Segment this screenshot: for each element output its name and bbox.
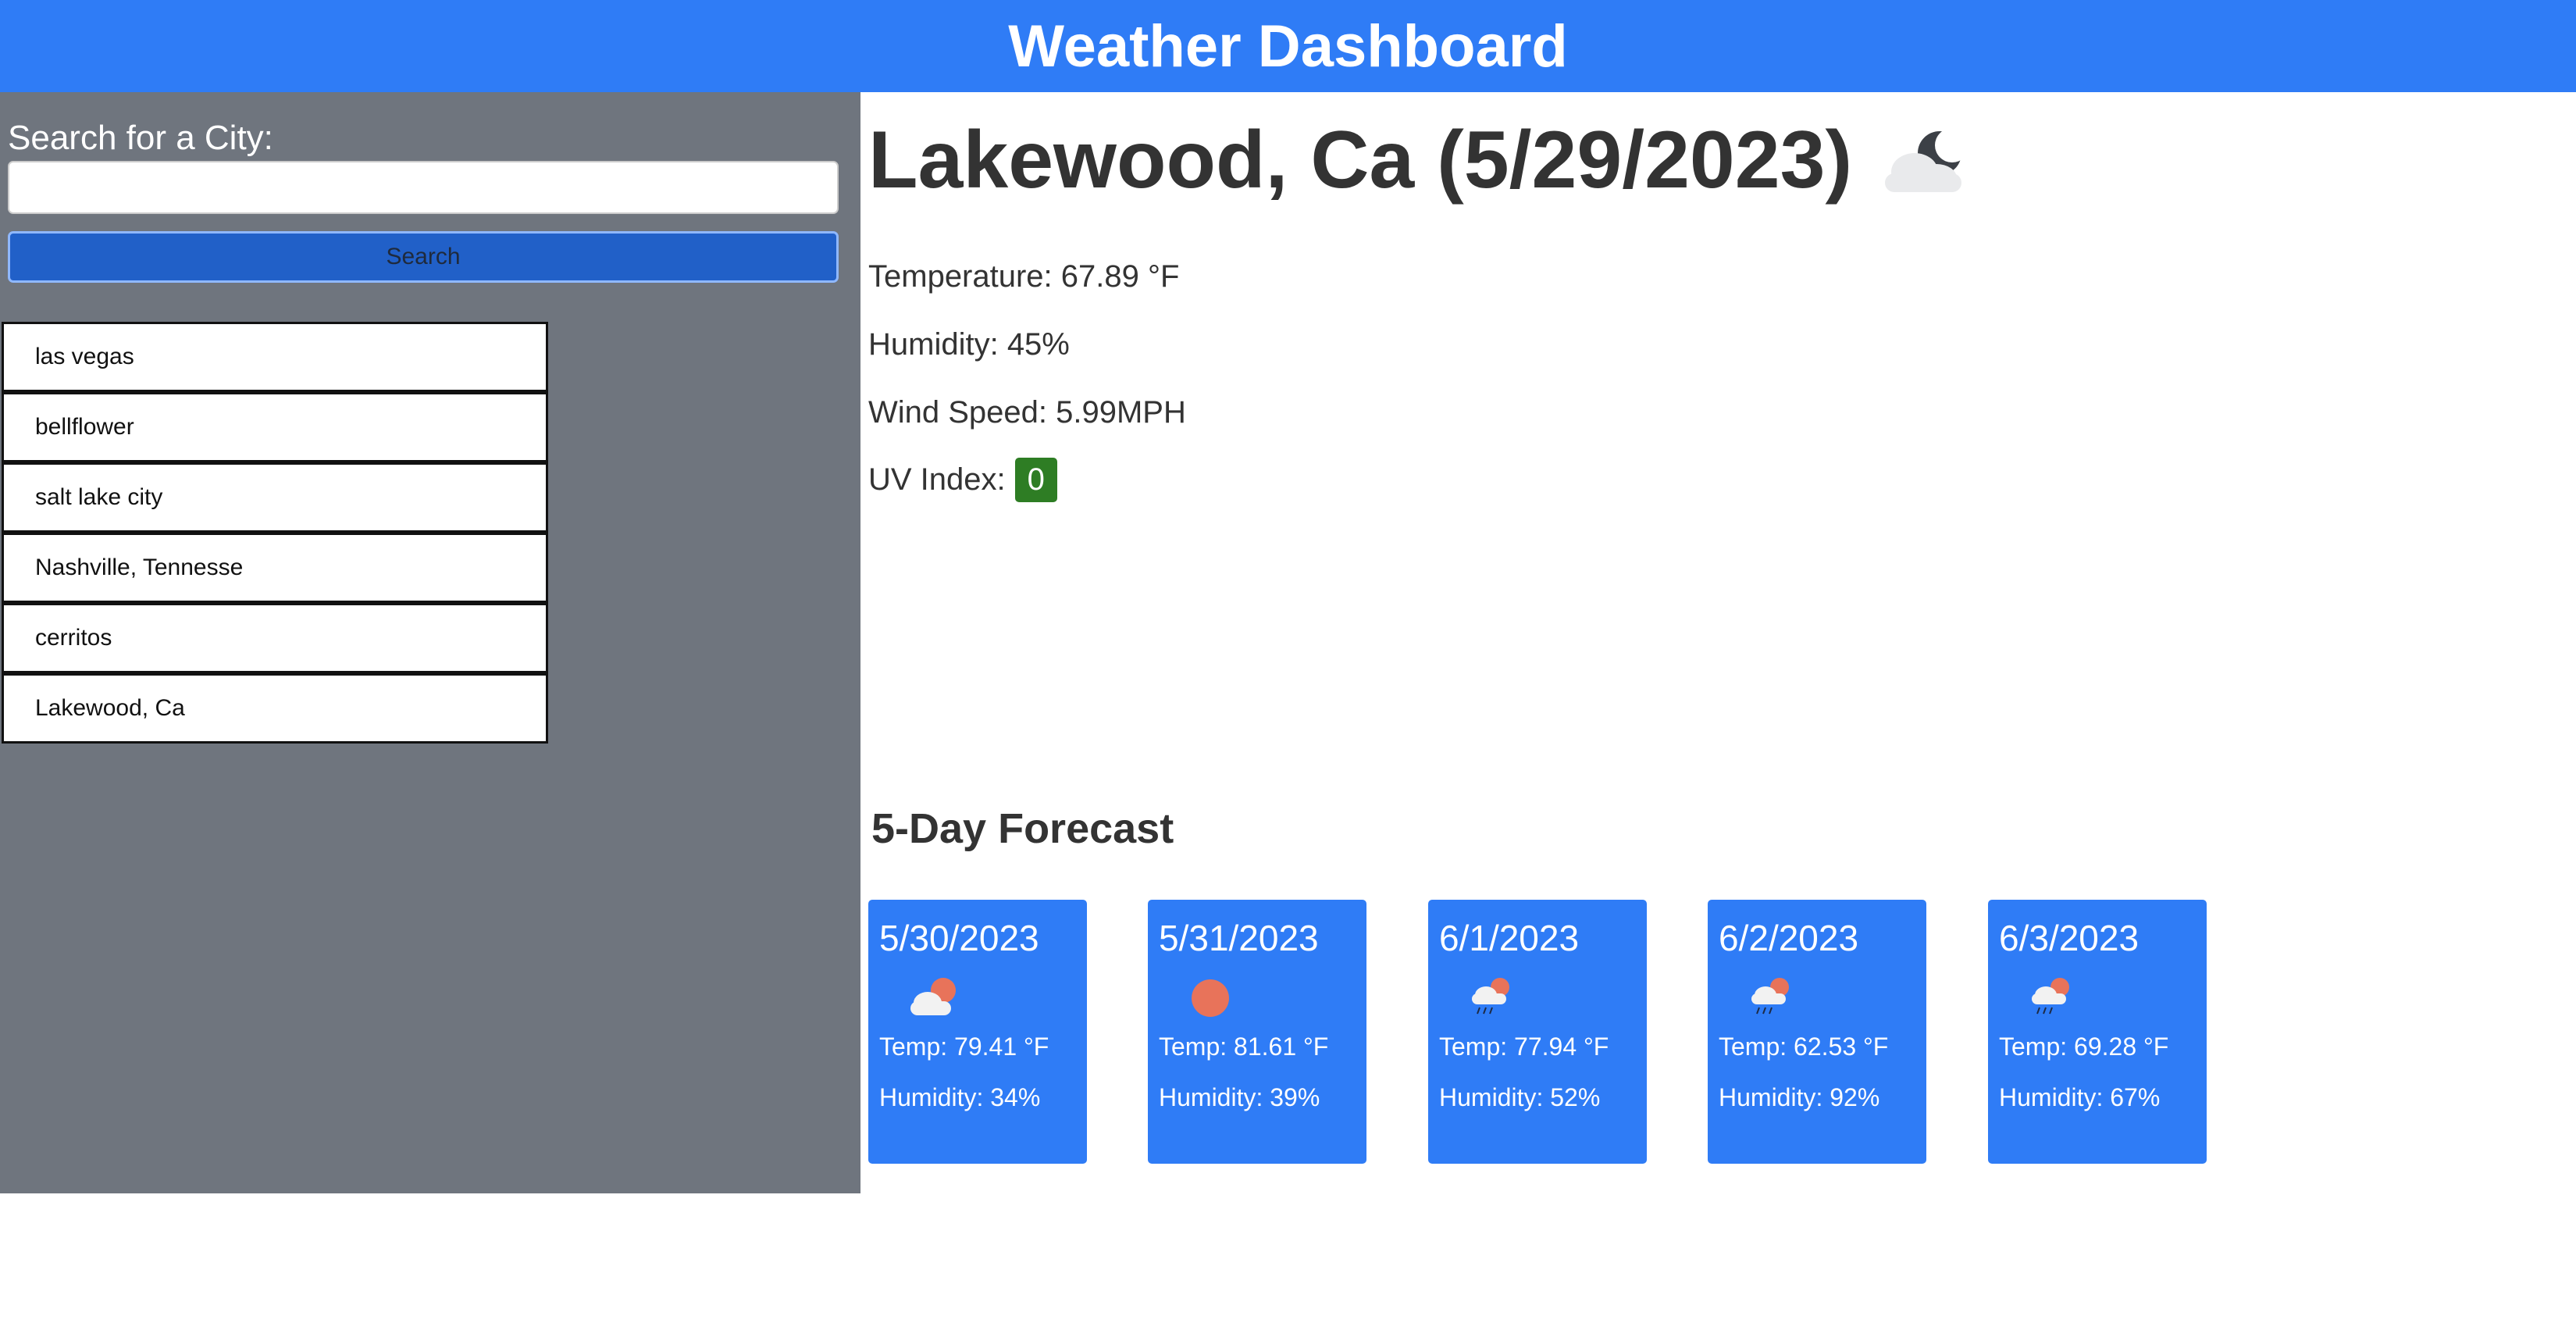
forecast-title: 5-Day Forecast	[871, 805, 1174, 852]
search-input[interactable]	[8, 161, 839, 214]
uv-label: UV Index:	[868, 462, 1006, 497]
current-uv-index: UV Index: 0	[868, 458, 1057, 502]
history-item-bellflower[interactable]: bellflower	[2, 392, 548, 462]
forecast-card: 6/3/2023 Temp: 69.28 °F Humidity: 67%	[1988, 900, 2207, 1164]
forecast-humidity: Humidity: 67%	[1999, 1083, 2161, 1111]
forecast-card: 6/2/2023 Temp: 62.53 °F Humidity: 92%	[1708, 900, 1926, 1164]
current-weather-heading: Lakewood, Ca (5/29/2023)	[868, 114, 1976, 207]
search-history-list: las vegas bellflower salt lake city Nash…	[2, 322, 548, 744]
sun-icon	[1192, 979, 1229, 1017]
forecast-humidity: Humidity: 34%	[879, 1083, 1041, 1111]
forecast-temp: Temp: 81.61 °F	[1159, 1032, 1329, 1061]
sun-rain-icon	[1751, 978, 1789, 1015]
forecast-card: 5/31/2023 Temp: 81.61 °F Humidity: 39%	[1148, 900, 1366, 1164]
history-item-las-vegas[interactable]: las vegas	[2, 322, 548, 392]
partly-cloudy-icon	[910, 978, 956, 1015]
forecast-temp: Temp: 62.53 °F	[1719, 1032, 1889, 1061]
forecast-date: 6/2/2023	[1719, 918, 1859, 958]
current-city-title: Lakewood, Ca (5/29/2023)	[868, 115, 1853, 205]
search-button[interactable]: Search	[8, 231, 839, 283]
forecast-card: 5/30/2023 Temp: 79.41 °F Humidity: 34%	[868, 900, 1087, 1164]
forecast-date: 5/30/2023	[879, 918, 1039, 958]
history-item-salt-lake-city[interactable]: salt lake city	[2, 462, 548, 533]
history-item-cerritos[interactable]: cerritos	[2, 603, 548, 673]
forecast-humidity: Humidity: 39%	[1159, 1083, 1320, 1111]
cloudy-night-icon	[1885, 127, 1970, 192]
forecast-temp: Temp: 69.28 °F	[1999, 1032, 2169, 1061]
current-temperature: Temperature: 67.89 °F	[868, 259, 1180, 294]
forecast-card: 6/1/2023 Temp: 77.94 °F Humidity: 52%	[1428, 900, 1647, 1164]
sidebar: Search for a City: Search las vegas bell…	[0, 92, 860, 1193]
forecast-temp: Temp: 77.94 °F	[1439, 1032, 1609, 1061]
forecast-date: 6/3/2023	[1999, 918, 2140, 958]
forecast-humidity: Humidity: 92%	[1719, 1083, 1880, 1111]
sun-rain-icon	[2032, 978, 2069, 1015]
uv-badge: 0	[1014, 458, 1057, 502]
forecast-date: 5/31/2023	[1159, 918, 1319, 958]
app-title: Weather Dashboard	[1008, 12, 1568, 80]
current-humidity: Humidity: 45%	[868, 327, 1070, 362]
app-header: Weather Dashboard	[0, 0, 2576, 92]
history-item-nashville[interactable]: Nashville, Tennesse	[2, 533, 548, 603]
forecast-temp: Temp: 79.41 °F	[879, 1032, 1049, 1061]
forecast-date: 6/1/2023	[1439, 918, 1580, 958]
sun-rain-icon	[1472, 978, 1509, 1015]
history-item-lakewood[interactable]: Lakewood, Ca	[2, 673, 548, 744]
search-label: Search for a City:	[8, 119, 273, 157]
current-wind-speed: Wind Speed: 5.99MPH	[868, 395, 1186, 430]
main-content: Lakewood, Ca (5/29/2023) Temperature: 67…	[860, 92, 2576, 1341]
forecast-humidity: Humidity: 52%	[1439, 1083, 1601, 1111]
